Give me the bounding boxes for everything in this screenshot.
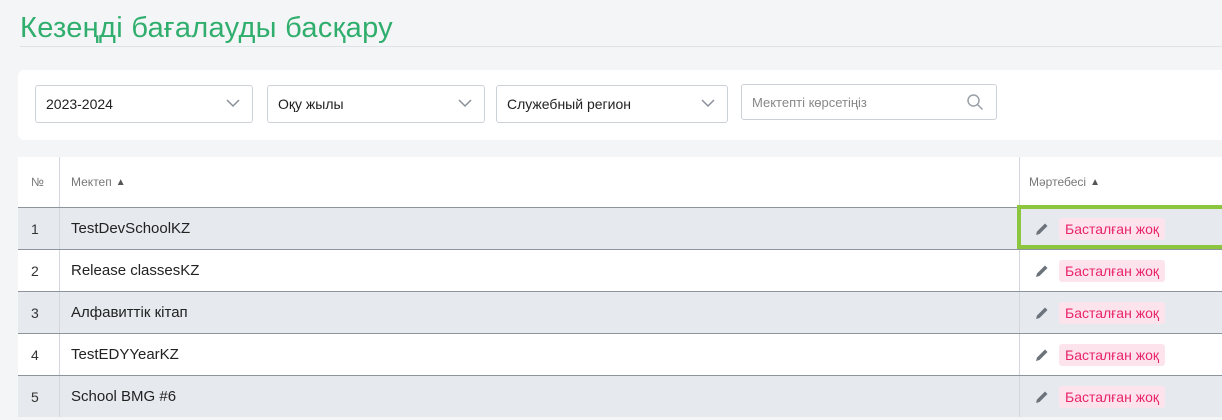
pencil-icon[interactable] [1034,389,1050,405]
chevron-down-icon [701,99,715,108]
region-select[interactable]: Служебный регион [496,85,728,123]
status-cell: Басталған жоқ [1020,208,1222,249]
pencil-icon[interactable] [1034,347,1050,363]
school-name[interactable]: Release classesKZ [60,250,1020,291]
status-badge: Басталған жоқ [1059,217,1165,240]
page: Кезеңді бағалауды басқару 2023-2024 Оқу … [0,0,1222,420]
status-badge: Басталған жоқ [1059,301,1165,324]
table-row[interactable]: 2 Release classesKZ Басталған жоқ [18,249,1222,291]
school-name[interactable]: Алфавиттік кітап [60,292,1020,333]
table-row[interactable]: 4 TestEDYYearKZ Басталған жоқ [18,333,1222,375]
year-select-value: 2023-2024 [46,96,113,112]
status-cell: Басталған жоқ [1020,250,1222,291]
column-header-status-label: Мәртебесі [1029,175,1087,189]
region-select-value: Служебный регион [507,96,631,112]
title-divider [20,46,1222,47]
chevron-down-icon [458,99,472,108]
row-number: 1 [18,208,60,249]
status-badge: Басталған жоқ [1059,343,1165,366]
page-title: Кезеңді бағалауды басқару [20,12,393,44]
sort-icon[interactable]: ▲︎ [116,177,126,188]
schools-table: № Мектеп ▲︎ Мәртебесі ▲ 1 TestDevSchoolK… [18,157,1222,417]
school-search-placeholder: Мектепті көрсетіңіз [752,94,867,110]
row-number: 5 [18,376,60,417]
pencil-icon[interactable] [1034,221,1050,237]
row-number: 2 [18,250,60,291]
filter-bar: 2023-2024 Оқу жылы Служебный регион Мект… [18,70,1222,140]
row-number: 3 [18,292,60,333]
school-name[interactable]: School BMG #6 [60,376,1020,417]
table-row[interactable]: 5 School BMG #6 Басталған жоқ [18,375,1222,417]
table-header: № Мектеп ▲︎ Мәртебесі ▲ [18,157,1222,207]
school-name[interactable]: TestEDYYearKZ [60,334,1020,375]
sort-asc-icon[interactable]: ▲ [1090,177,1100,188]
status-badge: Басталған жоқ [1059,259,1165,282]
chevron-down-icon [226,99,240,108]
column-header-school-label: Мектеп [71,175,112,189]
school-search-input[interactable]: Мектепті көрсетіңіз [741,84,997,120]
column-header-status[interactable]: Мәртебесі ▲ [1020,157,1222,207]
year-select[interactable]: 2023-2024 [35,85,253,123]
status-cell: Басталған жоқ [1020,334,1222,375]
column-header-num: № [18,157,60,207]
table-row[interactable]: 1 TestDevSchoolKZ Басталған жоқ [18,207,1222,249]
status-badge: Басталған жоқ [1059,385,1165,408]
period-select[interactable]: Оқу жылы [267,85,485,123]
period-select-value: Оқу жылы [278,96,344,112]
row-number: 4 [18,334,60,375]
school-name[interactable]: TestDevSchoolKZ [60,208,1020,249]
table-row[interactable]: 3 Алфавиттік кітап Басталған жоқ [18,291,1222,333]
pencil-icon[interactable] [1034,263,1050,279]
status-cell: Басталған жоқ [1020,292,1222,333]
status-cell: Басталған жоқ [1020,376,1222,417]
pencil-icon[interactable] [1034,305,1050,321]
column-header-school[interactable]: Мектеп ▲︎ [60,157,1020,207]
search-icon[interactable] [966,93,984,111]
